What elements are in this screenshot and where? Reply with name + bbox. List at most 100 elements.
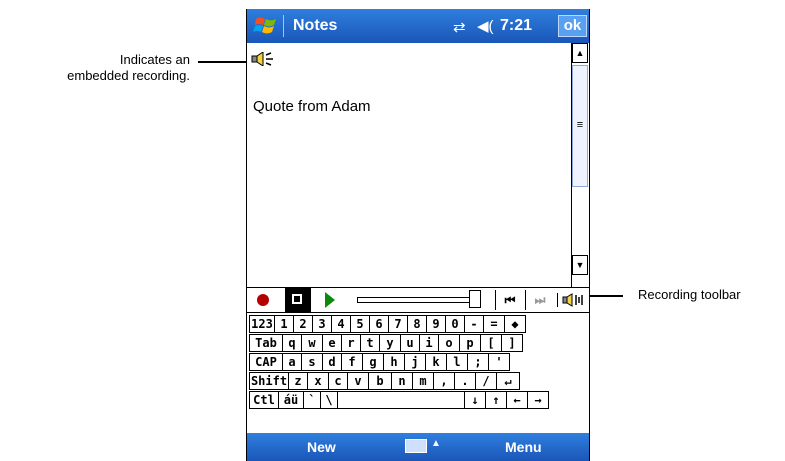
keyboard-row-bottom: Ctl áü ` \ ↓ ↑ ← → [247, 391, 589, 410]
key[interactable]: f [341, 353, 363, 371]
key[interactable]: c [328, 372, 348, 390]
key[interactable]: z [288, 372, 308, 390]
key[interactable]: → [527, 391, 549, 409]
key[interactable]: 9 [426, 315, 446, 333]
key[interactable]: [ [480, 334, 502, 352]
key[interactable]: 7 [388, 315, 408, 333]
ok-button[interactable]: ok [558, 15, 587, 37]
skip-forward-button[interactable]: ⏭ [525, 290, 554, 310]
key[interactable]: 3 [312, 315, 332, 333]
stop-button[interactable] [285, 288, 311, 312]
recording-toolbar: ⏮ ⏭ [247, 287, 589, 313]
space-key[interactable] [337, 391, 465, 409]
key[interactable]: 0 [445, 315, 465, 333]
key[interactable]: 6 [369, 315, 389, 333]
key[interactable]: 2 [293, 315, 313, 333]
callout-recording-toolbar: Recording toolbar [638, 287, 741, 302]
key[interactable]: d [322, 353, 342, 371]
device-screen: Notes ⇄ ◀( 7:21 ok Quote from Adam ▲ ≡ ▼… [246, 9, 590, 461]
key[interactable]: ↓ [464, 391, 486, 409]
app-title: Notes [293, 17, 338, 34]
key[interactable]: 8 [407, 315, 427, 333]
key[interactable]: p [459, 334, 481, 352]
connectivity-icon[interactable]: ⇄ [453, 18, 466, 36]
key[interactable]: w [301, 334, 323, 352]
key[interactable]: x [307, 372, 329, 390]
key[interactable]: e [322, 334, 342, 352]
record-button[interactable] [257, 294, 269, 306]
callout-line-2: embedded recording. [67, 68, 190, 83]
key[interactable]: ← [506, 391, 528, 409]
key[interactable]: Shift [249, 372, 289, 390]
recording-toolbar-toggle-icon[interactable] [557, 293, 586, 307]
key[interactable]: s [301, 353, 323, 371]
key[interactable]: o [438, 334, 460, 352]
callout-pointer-toolbar [588, 295, 623, 297]
key[interactable]: / [475, 372, 497, 390]
note-canvas[interactable]: Quote from Adam [247, 43, 571, 287]
keyboard-icon[interactable] [405, 439, 427, 453]
key[interactable]: CAP [249, 353, 283, 371]
keyboard-row-qwerty: Tab q w e r t y u i o p[] [247, 334, 589, 353]
skip-back-button[interactable]: ⏮ [495, 290, 524, 310]
key[interactable]: ` [303, 391, 321, 409]
key[interactable]: r [341, 334, 361, 352]
callout-pointer-embedded [198, 61, 246, 63]
key[interactable]: ↑ [485, 391, 507, 409]
key[interactable]: g [362, 353, 384, 371]
soft-input-panel: 123 1 2 3 4 5 6 7 8 9 0- = ◆ Tab q w e r t y u i o p[] CAP a s d f… [247, 313, 589, 429]
key[interactable]: ' [488, 353, 510, 371]
key[interactable]: - [464, 315, 484, 333]
play-button[interactable] [325, 292, 335, 308]
key[interactable]: Tab [249, 334, 283, 352]
vertical-scrollbar[interactable]: ▲ ≡ ▼ [571, 43, 588, 287]
key[interactable]: i [419, 334, 439, 352]
key[interactable]: y [379, 334, 401, 352]
key[interactable]: = [483, 315, 505, 333]
volume-icon[interactable]: ◀( [477, 17, 494, 35]
scroll-up-button[interactable]: ▲ [572, 43, 588, 63]
volume-slider-track[interactable] [357, 297, 473, 303]
scroll-down-button[interactable]: ▼ [572, 255, 588, 275]
key[interactable]: q [282, 334, 302, 352]
key[interactable]: 5 [350, 315, 370, 333]
key[interactable]: u [400, 334, 420, 352]
key[interactable]: ↵ [496, 372, 520, 390]
key[interactable]: ◆ [504, 315, 526, 333]
title-separator [283, 15, 284, 37]
keyboard-row-shift: Shift z x c v b n m,. / ↵ [247, 372, 589, 391]
key[interactable]: b [368, 372, 392, 390]
input-selector-arrow-icon[interactable]: ▲ [431, 438, 441, 449]
key[interactable]: \ [320, 391, 338, 409]
embedded-recording-icon[interactable] [251, 52, 275, 66]
key[interactable]: . [454, 372, 476, 390]
new-softkey[interactable]: New [307, 439, 336, 455]
note-text[interactable]: Quote from Adam [253, 98, 371, 115]
clock[interactable]: 7:21 [500, 17, 532, 35]
key[interactable]: Ctl [249, 391, 279, 409]
menu-bar: New ▲ Menu [247, 433, 589, 461]
key[interactable]: n [391, 372, 413, 390]
start-menu-icon[interactable] [253, 15, 279, 37]
scroll-thumb[interactable]: ≡ [572, 65, 588, 187]
key[interactable]: áü [278, 391, 304, 409]
key[interactable]: v [347, 372, 369, 390]
key[interactable]: 4 [331, 315, 351, 333]
title-bar: Notes ⇄ ◀( 7:21 ok [247, 9, 589, 43]
key[interactable]: t [360, 334, 380, 352]
volume-slider-thumb[interactable] [469, 290, 481, 308]
key[interactable]: l [446, 353, 468, 371]
key[interactable]: ; [467, 353, 489, 371]
keyboard-row-numbers: 123 1 2 3 4 5 6 7 8 9 0- = ◆ [247, 315, 589, 334]
menu-softkey[interactable]: Menu [505, 439, 542, 455]
key[interactable]: a [282, 353, 302, 371]
key[interactable]: j [404, 353, 426, 371]
key[interactable]: , [433, 372, 455, 390]
key[interactable]: h [383, 353, 405, 371]
callout-embedded-recording: Indicates an embedded recording. [10, 52, 190, 84]
key[interactable]: ] [501, 334, 523, 352]
key[interactable]: 123 [249, 315, 275, 333]
key[interactable]: m [412, 372, 434, 390]
key[interactable]: 1 [274, 315, 294, 333]
key[interactable]: k [425, 353, 447, 371]
